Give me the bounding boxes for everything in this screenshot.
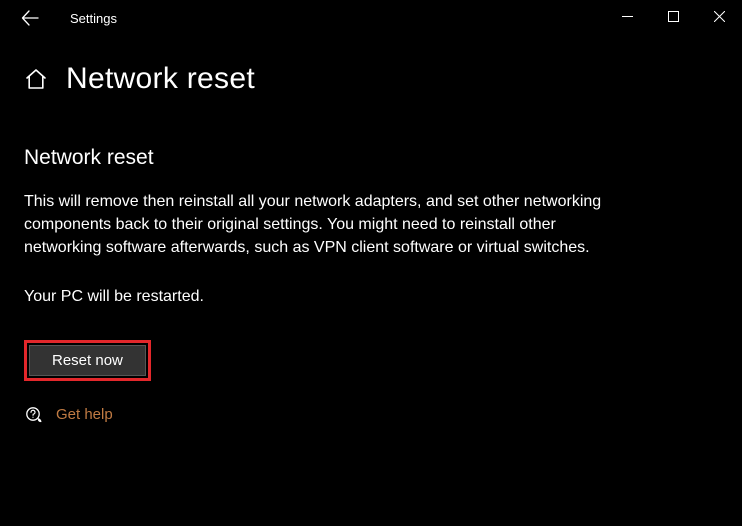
section-heading: Network reset bbox=[24, 146, 718, 170]
page-header: Network reset bbox=[24, 62, 718, 96]
reset-button-highlight: Reset now bbox=[24, 340, 151, 381]
minimize-icon bbox=[622, 11, 633, 22]
close-button[interactable] bbox=[696, 0, 742, 32]
titlebar: Settings bbox=[0, 0, 742, 36]
help-icon bbox=[24, 405, 44, 425]
restart-note: Your PC will be restarted. bbox=[24, 288, 718, 306]
home-icon bbox=[24, 67, 48, 91]
maximize-button[interactable] bbox=[650, 0, 696, 32]
arrow-left-icon bbox=[21, 9, 39, 27]
description-text: This will remove then reinstall all your… bbox=[24, 190, 634, 260]
content-area: Network reset Network reset This will re… bbox=[0, 36, 742, 425]
back-button[interactable] bbox=[12, 0, 48, 36]
app-name: Settings bbox=[70, 11, 117, 26]
maximize-icon bbox=[668, 11, 679, 22]
get-help-link[interactable]: Get help bbox=[56, 406, 113, 423]
window-controls bbox=[604, 0, 742, 32]
minimize-button[interactable] bbox=[604, 0, 650, 32]
close-icon bbox=[714, 11, 725, 22]
reset-now-button[interactable]: Reset now bbox=[29, 345, 146, 376]
help-row: Get help bbox=[24, 405, 718, 425]
page-title: Network reset bbox=[66, 62, 255, 96]
